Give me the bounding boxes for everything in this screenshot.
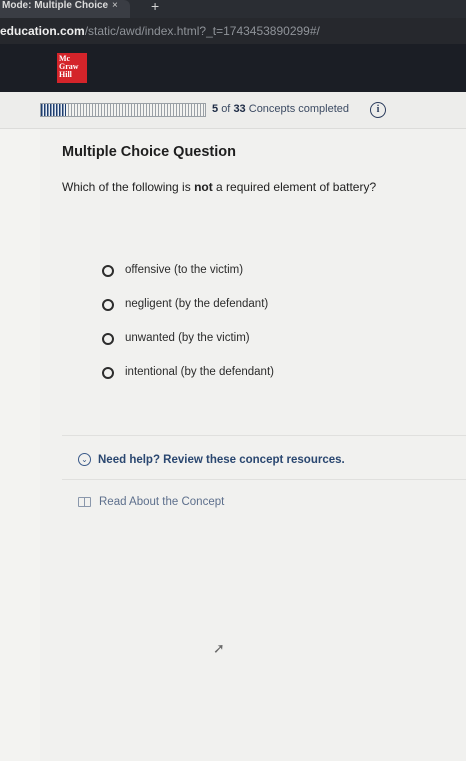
progress-of: of <box>221 103 231 115</box>
help-label: Need help? Review these concept resource… <box>98 453 345 466</box>
prompt-part-1: Which of the following is <box>62 180 195 194</box>
radio-button[interactable] <box>102 265 114 277</box>
prompt-emphasis: not <box>194 180 213 194</box>
radio-button[interactable] <box>102 367 114 379</box>
progress-completed: 5 <box>212 103 219 115</box>
divider <box>62 435 466 436</box>
mouse-cursor-icon: ➚ <box>213 640 225 656</box>
divider <box>62 479 466 480</box>
question-prompt: Which of the following is not a required… <box>62 180 376 194</box>
tab-title: Mode: Multiple Choice <box>2 0 109 11</box>
option-label: unwanted (by the victim) <box>125 332 250 344</box>
progress-text: 5 of 33 Concepts completed <box>212 103 349 115</box>
question-type-title: Multiple Choice Question <box>62 144 237 160</box>
new-tab-icon[interactable]: + <box>151 0 159 14</box>
answer-option[interactable]: negligent (by the defendant) <box>102 297 274 331</box>
progress-row: 5 of 33 Concepts completed i <box>0 92 466 129</box>
concept-progress-bar <box>40 103 206 117</box>
answer-options: offensive (to the victim) negligent (by … <box>102 263 274 399</box>
radio-button[interactable] <box>102 333 114 345</box>
progress-label: Concepts completed <box>248 103 350 115</box>
app-header: Mc Graw Hill <box>0 44 466 92</box>
book-icon <box>78 497 91 507</box>
option-label: negligent (by the defendant) <box>125 298 269 310</box>
progress-fill <box>41 104 66 116</box>
mcgraw-hill-logo: Mc Graw Hill <box>57 53 87 83</box>
option-label: offensive (to the victim) <box>125 264 244 276</box>
progress-total: 33 <box>233 103 246 115</box>
browser-tab[interactable]: Mode: Multiple Choice × <box>0 0 130 18</box>
prompt-part-2: a required element of battery? <box>212 180 377 194</box>
read-about-concept-link[interactable]: Read About the Concept <box>78 496 224 508</box>
url-host: education.com <box>0 24 85 38</box>
radio-button[interactable] <box>102 299 114 311</box>
address-bar[interactable]: education.com/static/awd/index.html?_t=1… <box>0 18 466 44</box>
option-label: intentional (by the defendant) <box>125 366 274 378</box>
answer-option[interactable]: unwanted (by the victim) <box>102 331 274 365</box>
browser-tab-bar: Mode: Multiple Choice × + <box>0 0 466 18</box>
answer-option[interactable]: offensive (to the victim) <box>102 263 274 297</box>
read-about-label: Read About the Concept <box>99 496 225 508</box>
chevron-down-icon: ⌄ <box>78 453 91 466</box>
logo-line-3: Hill <box>59 70 72 79</box>
question-panel: Multiple Choice Question Which of the fo… <box>40 129 466 761</box>
info-icon[interactable]: i <box>370 102 386 118</box>
url-path: /static/awd/index.html?_t=1743453890299#… <box>84 24 320 38</box>
help-toggle[interactable]: ⌄ Need help? Review these concept resour… <box>78 453 345 466</box>
answer-option[interactable]: intentional (by the defendant) <box>102 365 274 399</box>
tab-close-icon[interactable]: × <box>112 1 118 11</box>
